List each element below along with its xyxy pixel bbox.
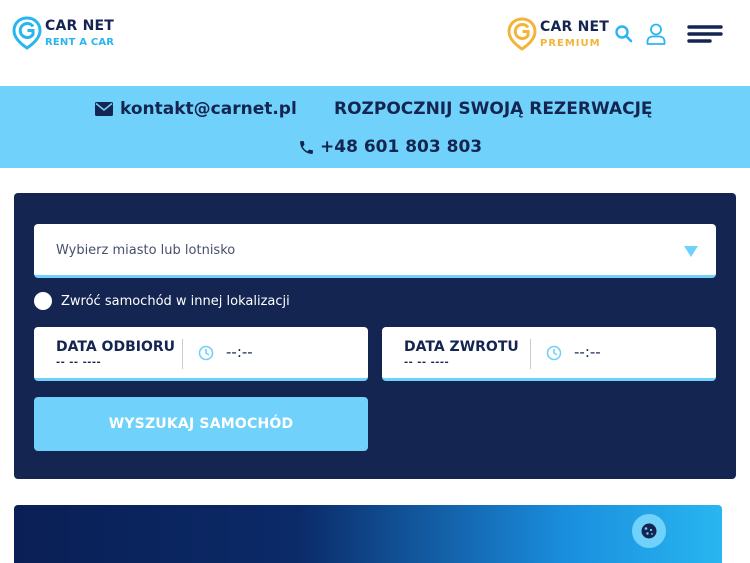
return-other-location-option[interactable]: Zwróć samochód w innej lokalizacji: [34, 292, 290, 310]
pickup-date-value[interactable]: -- -- ----: [56, 357, 101, 368]
email-text: kontakt@carnet.pl: [120, 99, 297, 119]
location-placeholder: Wybierz miasto lub lotnisko: [56, 243, 236, 258]
premium-logo-subtitle: PREMIUM: [540, 37, 601, 49]
pickup-time-value[interactable]: --:--: [226, 343, 253, 361]
field-divider: [182, 339, 183, 369]
contact-bar: kontakt@carnet.pl ROZPOCZNIJ SWOJĄ REZER…: [0, 86, 750, 168]
cookie-icon: [641, 523, 657, 539]
hamburger-menu-icon: [687, 25, 723, 43]
user-icon: [646, 23, 666, 45]
logo-subtitle: RENT A CAR: [45, 36, 115, 48]
phone-link[interactable]: +48 601 803 803: [298, 137, 482, 157]
premium-logo-title: CAR NET: [540, 18, 609, 35]
booking-heading: ROZPOCZNIJ SWOJĄ REZERWACJĘ: [334, 99, 653, 119]
field-divider: [530, 339, 531, 369]
logo-title: CAR NET: [45, 17, 114, 34]
envelope-icon: [95, 102, 113, 116]
email-link[interactable]: kontakt@carnet.pl: [95, 99, 297, 119]
site-header: CAR NET RENT A CAR CAR NET PREMIUM: [0, 0, 750, 86]
search-icon: [615, 25, 633, 43]
return-time-value[interactable]: --:--: [574, 343, 601, 361]
return-date-field[interactable]: DATA ZWROTU -- -- ---- --:--: [382, 327, 716, 381]
location-pin-premium-icon: [507, 17, 537, 51]
return-other-location-label: Zwróć samochód w innej lokalizacji: [61, 293, 290, 309]
search-button[interactable]: [614, 24, 634, 44]
phone-icon: [300, 140, 313, 154]
pickup-date-field[interactable]: DATA ODBIORU -- -- ---- --:--: [34, 327, 368, 381]
carnet-rent-a-car-logo[interactable]: CAR NET RENT A CAR: [12, 16, 114, 50]
search-car-button[interactable]: WYSZUKAJ SAMOCHÓD: [34, 397, 368, 451]
carnet-premium-logo[interactable]: CAR NET PREMIUM: [507, 17, 609, 51]
booking-form-panel: Wybierz miasto lub lotnisko Zwróć samoch…: [14, 193, 736, 479]
location-select[interactable]: Wybierz miasto lub lotnisko: [34, 224, 716, 278]
promo-banner: [14, 505, 722, 563]
cookie-settings-button[interactable]: [632, 514, 666, 548]
clock-icon: [546, 345, 562, 361]
user-account-button[interactable]: [644, 22, 668, 46]
return-date-value[interactable]: -- -- ----: [404, 357, 449, 368]
return-other-location-radio[interactable]: [34, 292, 52, 310]
return-date-label: DATA ZWROTU: [404, 339, 519, 355]
phone-text: +48 601 803 803: [320, 137, 483, 157]
hamburger-menu-button[interactable]: [686, 24, 724, 44]
search-car-button-label: WYSZUKAJ SAMOCHÓD: [108, 416, 294, 432]
location-pin-logo-icon: [12, 16, 42, 50]
pickup-date-label: DATA ODBIORU: [56, 339, 175, 355]
dropdown-caret-icon: [684, 246, 698, 257]
clock-icon: [198, 345, 214, 361]
